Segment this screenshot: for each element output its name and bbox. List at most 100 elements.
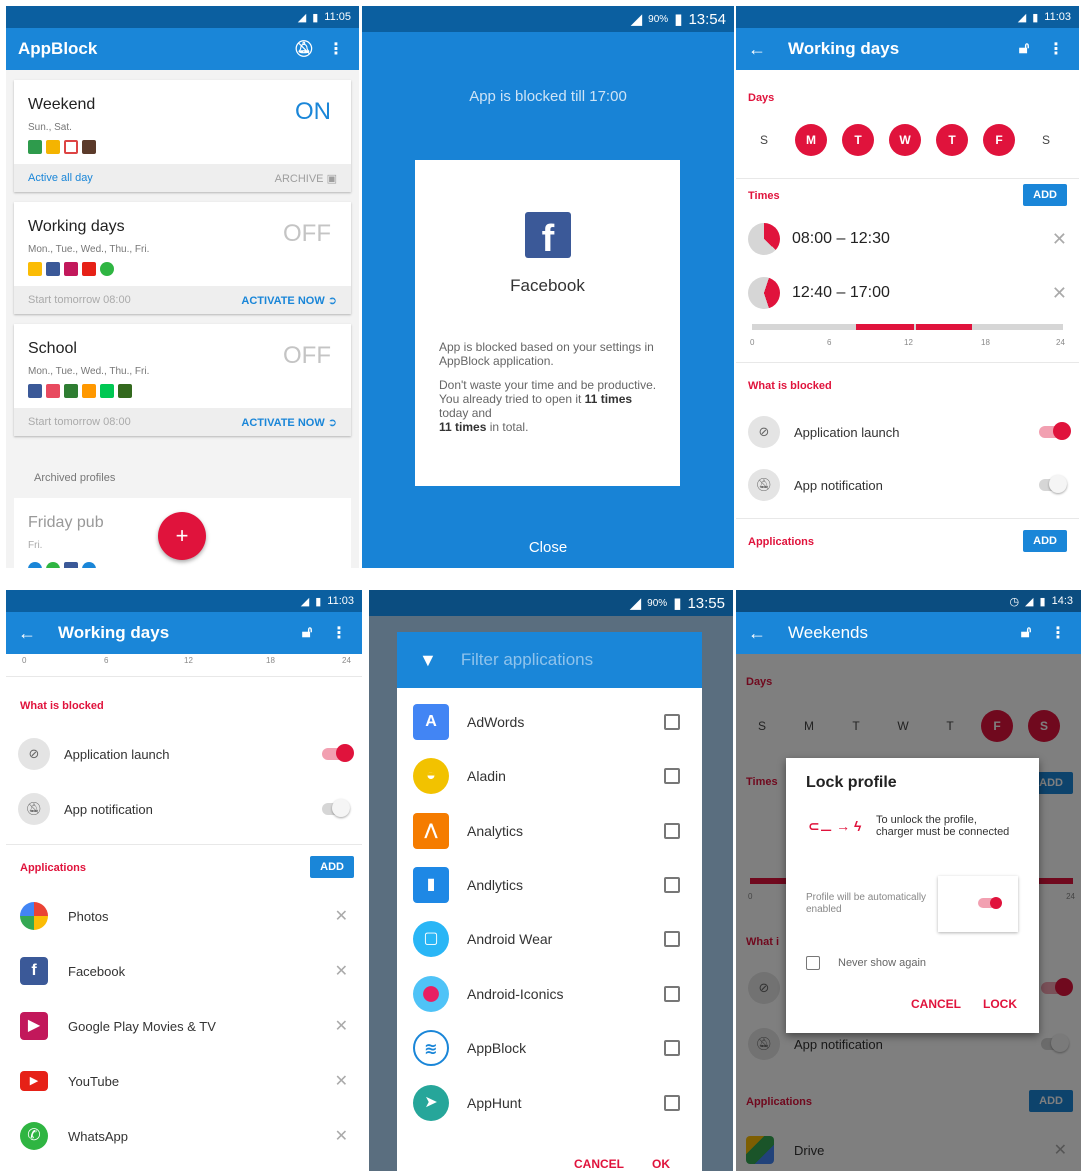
remove-icon[interactable]: ✕: [335, 1016, 348, 1036]
day-toggle[interactable]: T: [842, 124, 874, 156]
notifications-off-icon[interactable]: 🔕︎: [293, 39, 315, 59]
app-row-photos[interactable]: Photos ✕: [20, 896, 348, 936]
tick-label: 12: [904, 338, 913, 347]
app-notification-row[interactable]: 🔕︎ App notification: [18, 791, 350, 827]
add-time-button[interactable]: ADD: [1023, 184, 1067, 206]
remove-icon[interactable]: ✕: [1052, 283, 1067, 304]
remove-icon[interactable]: ✕: [335, 1126, 348, 1146]
activate-now-button[interactable]: ACTIVATE NOW ➲: [241, 416, 337, 429]
back-arrow-icon[interactable]: ←: [748, 623, 766, 644]
whatsapp-icon: [46, 562, 60, 568]
remove-icon[interactable]: ✕: [1052, 229, 1067, 250]
never-show-checkbox[interactable]: [806, 956, 820, 970]
tick-label: 18: [266, 656, 275, 665]
app-notification-toggle[interactable]: [1039, 475, 1067, 493]
day-toggle[interactable]: S: [1030, 124, 1062, 156]
add-application-button[interactable]: ADD: [310, 856, 354, 878]
profile-card-school[interactable]: School Mon., Tue., Wed., Thu., Fri. OFF …: [14, 324, 351, 436]
app-option-adwords[interactable]: A AdWords: [413, 700, 680, 744]
app-name: Photos: [68, 908, 109, 924]
ok-button[interactable]: OK: [652, 1157, 670, 1171]
archive-button[interactable]: ARCHIVE ▣: [275, 172, 337, 185]
application-launch-row[interactable]: ⊘ Application launch: [748, 414, 1071, 450]
profile-footer: Active all day ARCHIVE ▣: [14, 164, 351, 192]
application-launch-toggle[interactable]: [1039, 422, 1071, 440]
never-show-again-row[interactable]: Never show again: [806, 956, 926, 970]
app-option-andlytics[interactable]: ▮ Andlytics: [413, 863, 680, 907]
app-option-aladin[interactable]: ◒ Aladin: [413, 754, 680, 798]
add-profile-button[interactable]: +: [158, 512, 206, 560]
cancel-button[interactable]: CANCEL: [574, 1157, 624, 1171]
profile-app-icons: [28, 562, 96, 568]
overflow-menu-icon[interactable]: ⋮: [325, 39, 347, 59]
time-range-row[interactable]: 08:00 – 12:30 ✕: [748, 222, 1067, 256]
checkbox[interactable]: [664, 986, 680, 1002]
andlytics-icon: ▮: [413, 867, 449, 903]
back-arrow-icon[interactable]: ←: [18, 623, 36, 644]
profile-name: Friday pub: [28, 514, 104, 531]
remove-icon[interactable]: ✕: [335, 906, 348, 926]
app-row-whatsapp[interactable]: ✆ WhatsApp ✕: [20, 1116, 348, 1156]
checkbox[interactable]: [664, 877, 680, 893]
lock-button[interactable]: LOCK: [983, 997, 1017, 1011]
overflow-menu-icon[interactable]: ⋮: [1047, 623, 1069, 643]
activate-now-button[interactable]: ACTIVATE NOW ➲: [241, 294, 337, 307]
remove-icon[interactable]: ✕: [335, 1071, 348, 1091]
attempts-part: in total.: [486, 420, 529, 434]
profile-card-working-days[interactable]: Working days Mon., Tue., Wed., Thu., Fri…: [14, 202, 351, 314]
lock-icon[interactable]: 🔓︎: [1013, 40, 1035, 58]
checkbox[interactable]: [664, 714, 680, 730]
status-time: 11:05: [324, 11, 351, 23]
checkbox[interactable]: [664, 1040, 680, 1056]
day-toggle[interactable]: F: [983, 124, 1015, 156]
app-option-android-iconics[interactable]: Android-Iconics: [413, 972, 680, 1016]
app-bar: ← Weekends 🔓︎ ⋮: [736, 612, 1081, 654]
app-option-appblock[interactable]: ≋ AppBlock: [413, 1026, 680, 1070]
app-option-apphunt[interactable]: ➤ AppHunt: [413, 1081, 680, 1125]
app-option-analytics[interactable]: ⋀ Analytics: [413, 809, 680, 853]
checkbox[interactable]: [664, 768, 680, 784]
dialog-actions: CANCEL OK: [574, 1157, 670, 1171]
day-toggle[interactable]: S: [748, 124, 780, 156]
app-notification-toggle[interactable]: [322, 799, 350, 817]
checkbox[interactable]: [664, 1095, 680, 1111]
photos-icon: [20, 902, 48, 930]
app-notification-row[interactable]: 🔕︎ App notification: [748, 467, 1067, 503]
filter-icon: ▼: [419, 649, 437, 670]
photos-icon: [28, 262, 42, 276]
app-row-play-movies[interactable]: ▶ Google Play Movies & TV ✕: [20, 1006, 348, 1046]
application-launch-toggle[interactable]: [322, 744, 354, 762]
filter-input[interactable]: Filter applications: [461, 650, 593, 670]
app-row-youtube[interactable]: ▶ YouTube ✕: [20, 1061, 348, 1101]
time-range-row[interactable]: 12:40 – 17:00 ✕: [748, 276, 1067, 310]
auto-enable-toggle[interactable]: [978, 897, 1002, 909]
time-range-text: 12:40 – 17:00: [792, 284, 890, 301]
profile-state[interactable]: OFF: [283, 220, 331, 248]
add-application-button[interactable]: ADD: [1023, 530, 1067, 552]
application-launch-row[interactable]: ⊘ Application launch: [18, 736, 354, 772]
overflow-menu-icon[interactable]: ⋮: [1045, 39, 1067, 59]
app-option-android-wear[interactable]: ▢ Android Wear: [413, 917, 680, 961]
day-toggle[interactable]: T: [936, 124, 968, 156]
lock-icon[interactable]: 🔓︎: [1015, 624, 1037, 642]
facebook-icon: f: [525, 212, 571, 260]
back-arrow-icon[interactable]: ←: [748, 39, 766, 60]
battery-icon: ▮: [1032, 11, 1039, 24]
remove-icon[interactable]: ✕: [335, 961, 348, 981]
cancel-button[interactable]: CANCEL: [911, 997, 961, 1011]
day-toggle[interactable]: W: [889, 124, 921, 156]
app-row-facebook[interactable]: f Facebook ✕: [20, 951, 348, 991]
checkbox[interactable]: [664, 823, 680, 839]
app-name: Facebook: [68, 963, 126, 979]
checkbox[interactable]: [664, 931, 680, 947]
close-button[interactable]: Close: [362, 539, 734, 556]
day-toggle[interactable]: M: [795, 124, 827, 156]
blocked-reason: App is blocked based on your settings in…: [439, 340, 654, 368]
lock-icon[interactable]: 🔓︎: [296, 624, 318, 642]
profile-state[interactable]: ON: [295, 98, 331, 126]
overflow-menu-icon[interactable]: ⋮: [328, 623, 350, 643]
dialog-title: Lock profile: [806, 774, 897, 791]
profile-state[interactable]: OFF: [283, 342, 331, 370]
profile-card-weekend[interactable]: Weekend Sun., Sat. ON Active all day ARC…: [14, 80, 351, 192]
appblock-icon: ≋: [413, 1030, 449, 1066]
